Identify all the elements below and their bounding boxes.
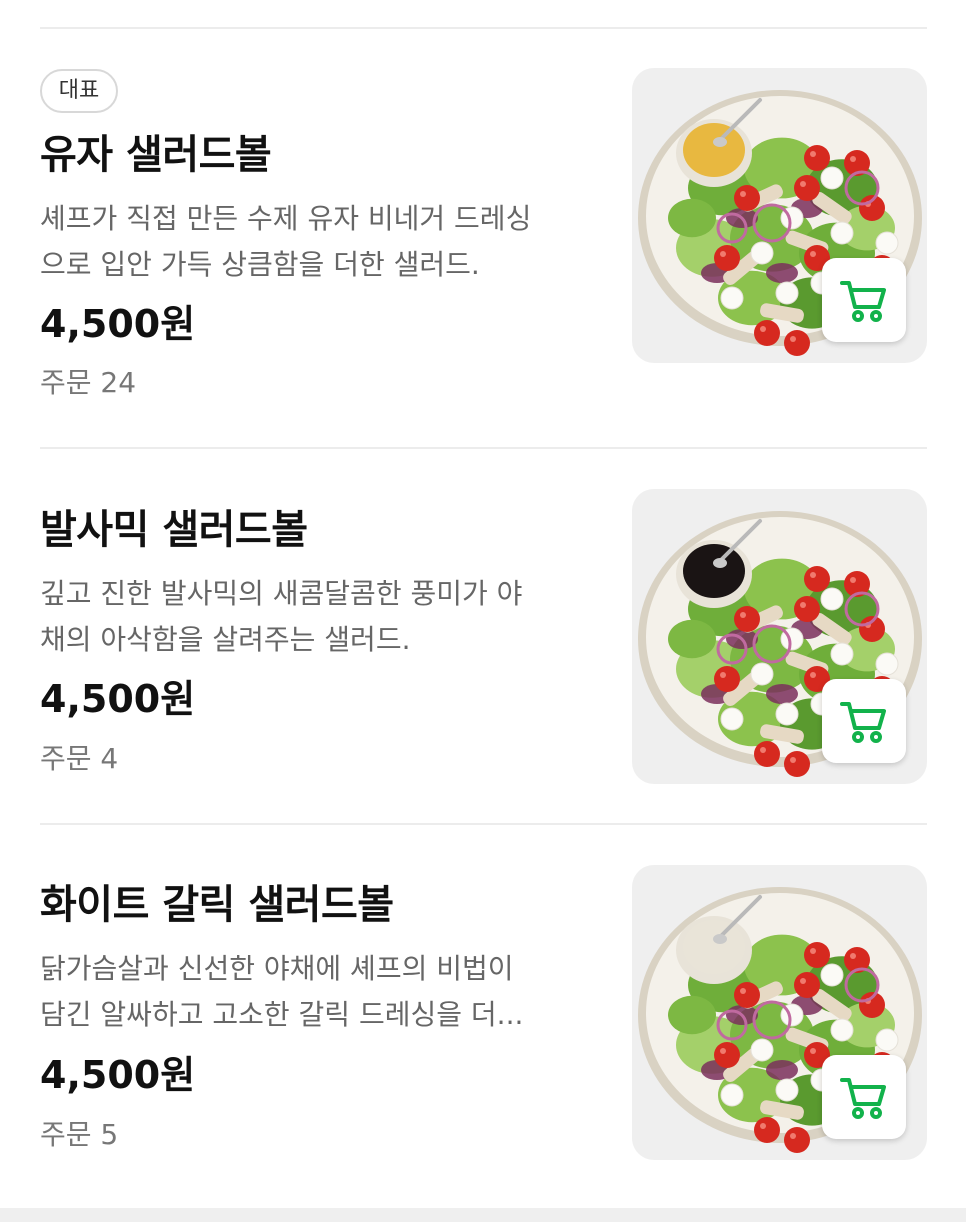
description-line: 으로 입안 가득 상큼함을 더한 샐러드. [40, 248, 480, 281]
menu-item-order-count: 주문 24 [40, 366, 137, 399]
add-to-cart-button[interactable] [822, 679, 906, 763]
menu-item-description: 닭가슴살과 신선한 야채에 셰프의 비법이 담긴 알싸하고 고소한 갈릭 드레싱… [40, 946, 585, 1038]
menu-item-price: 4,500원 [40, 302, 196, 346]
menu-item-description: 셰프가 직접 만든 수제 유자 비네거 드레싱 으로 입안 가득 상큼함을 더한… [40, 196, 585, 288]
cart-icon [840, 1078, 886, 1119]
menu-item-image [632, 68, 927, 363]
menu-item-description: 깊고 진한 발사믹의 새콤달콤한 풍미가 야 채의 아삭함을 살려주는 샐러드. [40, 571, 585, 663]
menu-item-title: 유자 샐러드볼 [40, 132, 272, 178]
cart-icon [840, 281, 886, 322]
menu-item-yuzu-salad-bowl[interactable]: 대표 유자 샐러드볼 셰프가 직접 만든 수제 유자 비네거 드레싱 으로 입안… [0, 0, 966, 448]
menu-item-price: 4,500원 [40, 677, 196, 721]
section-footer-band [0, 1208, 966, 1222]
add-to-cart-button[interactable] [822, 1055, 906, 1139]
menu-item-order-count: 주문 5 [40, 1118, 119, 1151]
description-line: 셰프가 직접 만든 수제 유자 비네거 드레싱 [40, 202, 532, 235]
menu-item-balsamic-salad-bowl[interactable]: 발사믹 샐러드볼 깊고 진한 발사믹의 새콤달콤한 풍미가 야 채의 아삭함을 … [0, 449, 966, 823]
description-line: 담긴 알싸하고 고소한 갈릭 드레싱을 더... [40, 998, 524, 1031]
signature-badge: 대표 [40, 69, 118, 113]
menu-item-order-count: 주문 4 [40, 742, 119, 775]
description-line: 닭가슴살과 신선한 야채에 셰프의 비법이 [40, 952, 514, 985]
menu-item-image [632, 489, 927, 784]
menu-list: 대표 유자 샐러드볼 셰프가 직접 만든 수제 유자 비네거 드레싱 으로 입안… [0, 0, 966, 1222]
menu-item-price: 4,500원 [40, 1053, 196, 1097]
menu-item-title: 화이트 갈릭 샐러드볼 [40, 882, 394, 928]
menu-item-white-garlic-salad-bowl[interactable]: 화이트 갈릭 샐러드볼 닭가슴살과 신선한 야채에 셰프의 비법이 담긴 알싸하… [0, 825, 966, 1208]
description-line: 채의 아삭함을 살려주는 샐러드. [40, 623, 411, 656]
description-line: 깊고 진한 발사믹의 새콤달콤한 풍미가 야 [40, 577, 523, 610]
cart-icon [840, 702, 886, 743]
menu-item-image [632, 865, 927, 1160]
menu-item-title: 발사믹 샐러드볼 [40, 507, 308, 553]
add-to-cart-button[interactable] [822, 258, 906, 342]
